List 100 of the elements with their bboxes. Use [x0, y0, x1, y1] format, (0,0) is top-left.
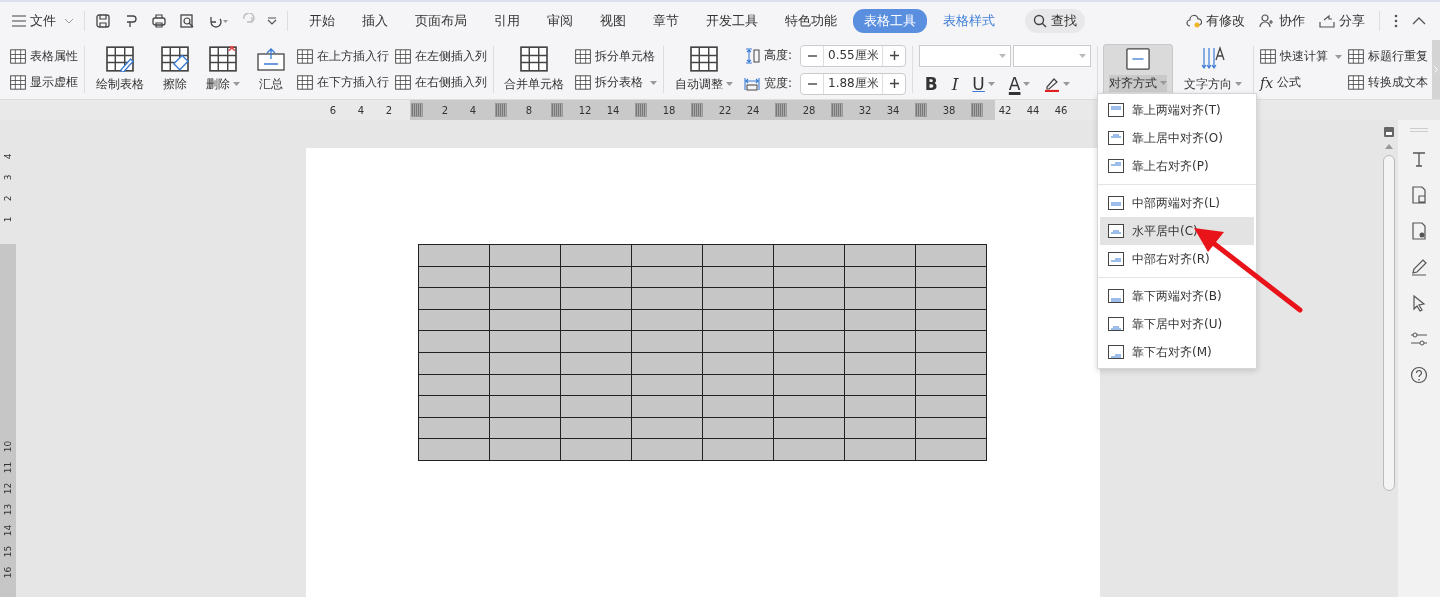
menu-item[interactable]: 靠下右对齐(M) [1100, 338, 1254, 366]
menu-tab[interactable]: 表格样式 [932, 9, 1006, 33]
ruler-number: 2 [384, 104, 394, 116]
menu-icon [12, 15, 26, 27]
number-stepper[interactable]: 1.88厘米 [800, 72, 906, 95]
print-preview-icon[interactable] [179, 13, 195, 29]
toolbar-button[interactable]: 对齐方式 [1103, 43, 1174, 96]
menu-tab[interactable]: 插入 [351, 9, 399, 33]
column-marker[interactable] [635, 103, 647, 117]
column-marker[interactable] [495, 103, 507, 117]
document-icon[interactable] [1410, 186, 1428, 204]
table-icon [575, 75, 592, 90]
print-icon[interactable] [151, 13, 167, 29]
column-marker[interactable] [915, 103, 927, 117]
sliders-icon[interactable] [1410, 330, 1428, 348]
column-marker[interactable] [971, 103, 983, 117]
toolbar-button[interactable]: 在右侧插入列 [394, 72, 487, 93]
field-label: 宽度: [763, 75, 792, 92]
menu-tab[interactable]: 引用 [483, 9, 531, 33]
menu-tab[interactable]: 开始 [298, 9, 346, 33]
toolbar-button[interactable]: 有修改 [1186, 12, 1245, 30]
number-stepper[interactable]: 0.55厘米 [800, 44, 906, 67]
plus-icon [889, 79, 899, 88]
help-icon[interactable] [1410, 366, 1428, 384]
more-icon[interactable] [1394, 14, 1398, 28]
table-icon [1260, 49, 1276, 64]
toolbar-button[interactable]: 在下方插入行 [296, 72, 389, 93]
menu-tab[interactable]: 页面布局 [404, 9, 478, 33]
search-button[interactable]: 查找 [1025, 9, 1085, 33]
ruler-number: 44 [1025, 104, 1041, 116]
toolbar-button[interactable]: fx 公式 [1260, 72, 1342, 93]
menu-tab[interactable]: 开发工具 [695, 9, 769, 33]
toolbar-button[interactable]: 合并单元格 [499, 43, 570, 96]
delete-table-icon [207, 45, 238, 72]
menu-item-label: 靠下两端对齐(B) [1132, 287, 1222, 305]
column-marker[interactable] [691, 103, 703, 117]
toolbar-button[interactable]: 文字方向 [1179, 43, 1248, 96]
menu-item[interactable]: 靠上右对齐(P) [1100, 152, 1254, 180]
ruler-number: 1 [2, 216, 14, 223]
toolbar-button[interactable]: 协作 [1259, 12, 1305, 30]
column-marker[interactable] [775, 103, 787, 117]
toolbar-button[interactable]: 快速计算 [1260, 46, 1342, 67]
toolbar-button[interactable]: 在上方插入行 [296, 46, 389, 67]
toolbar-button[interactable]: 拆分单元格 [575, 46, 658, 67]
column-marker[interactable] [831, 103, 843, 117]
plus-icon [889, 51, 899, 60]
toolbar-button[interactable]: 拆分表格 [575, 72, 658, 93]
align-icon [1108, 103, 1124, 117]
draw-table-icon [104, 45, 135, 72]
menu-item[interactable]: 中部两端对齐(L) [1100, 189, 1254, 217]
menu-item[interactable]: 靠上居中对齐(O) [1100, 124, 1254, 152]
toolbar-button[interactable]: 自动调整 [669, 43, 738, 96]
format-button[interactable]: B [918, 72, 944, 95]
format-button[interactable]: U [966, 72, 1001, 95]
menu-item[interactable]: 中部右对齐(R) [1100, 245, 1254, 273]
align-icon [1108, 224, 1124, 238]
toolbar-button[interactable]: 在左侧插入列 [394, 46, 487, 67]
pin-icon[interactable] [1383, 126, 1395, 138]
toolbar-button[interactable]: 擦除 [154, 43, 195, 96]
toolbar-button[interactable]: 标题行重复 [1348, 46, 1428, 67]
menu-tab[interactable]: 视图 [589, 9, 637, 33]
menu-tab[interactable]: 审阅 [536, 9, 584, 33]
cloud-icon [1186, 14, 1202, 28]
table-icon [1348, 49, 1364, 64]
menu-item-label: 靠上右对齐(P) [1132, 157, 1209, 175]
format-button[interactable]: I [945, 72, 965, 95]
column-marker[interactable] [551, 103, 563, 117]
ruler-number: 28 [801, 104, 817, 116]
table-grid[interactable] [418, 244, 987, 461]
menu-item[interactable]: 靠下两端对齐(B) [1100, 282, 1254, 310]
menu-item[interactable]: 靠上两端对齐(T) [1100, 96, 1254, 124]
save-icon[interactable] [95, 13, 111, 29]
scroll-up-icon[interactable] [1385, 144, 1393, 149]
ruler-number: 38 [941, 104, 957, 116]
ruler-number: 13 [2, 503, 14, 516]
menu-tab[interactable]: 特色功能 [774, 9, 848, 33]
toolbar-button[interactable]: 汇总 [250, 43, 291, 96]
format-button[interactable]: A [1002, 72, 1037, 95]
menu-tab[interactable]: 章节 [642, 9, 690, 33]
toolbar-button[interactable]: 显示虚框 [10, 72, 78, 93]
column-marker[interactable] [411, 103, 423, 117]
toolbar-button[interactable]: 分享 [1319, 12, 1365, 30]
pen-icon[interactable] [1410, 258, 1428, 276]
cursor-icon[interactable] [1410, 294, 1428, 312]
menu-item[interactable]: 靠下居中对齐(U) [1100, 310, 1254, 338]
ruler-number: 12 [2, 482, 14, 495]
text-icon[interactable] [1410, 150, 1428, 168]
ruler-number: 24 [745, 104, 761, 116]
customize-toolbar-icon[interactable] [267, 17, 277, 25]
height-icon [743, 47, 760, 64]
merge-cells-icon [519, 45, 550, 72]
toolbar-button[interactable]: 表格属性 [10, 46, 78, 67]
toolbar-button[interactable]: 绘制表格 [90, 43, 149, 96]
file-menu[interactable]: 文件 [12, 12, 74, 30]
formula-icon: fx [1260, 74, 1274, 91]
document-settings-icon[interactable] [1410, 222, 1428, 240]
collapse-icon[interactable] [1412, 17, 1426, 25]
scrollbar-thumb[interactable] [1383, 155, 1395, 491]
toolbar-button[interactable]: 转换成文本 [1348, 72, 1428, 93]
toolbar-button[interactable]: 删除 [200, 43, 245, 96]
